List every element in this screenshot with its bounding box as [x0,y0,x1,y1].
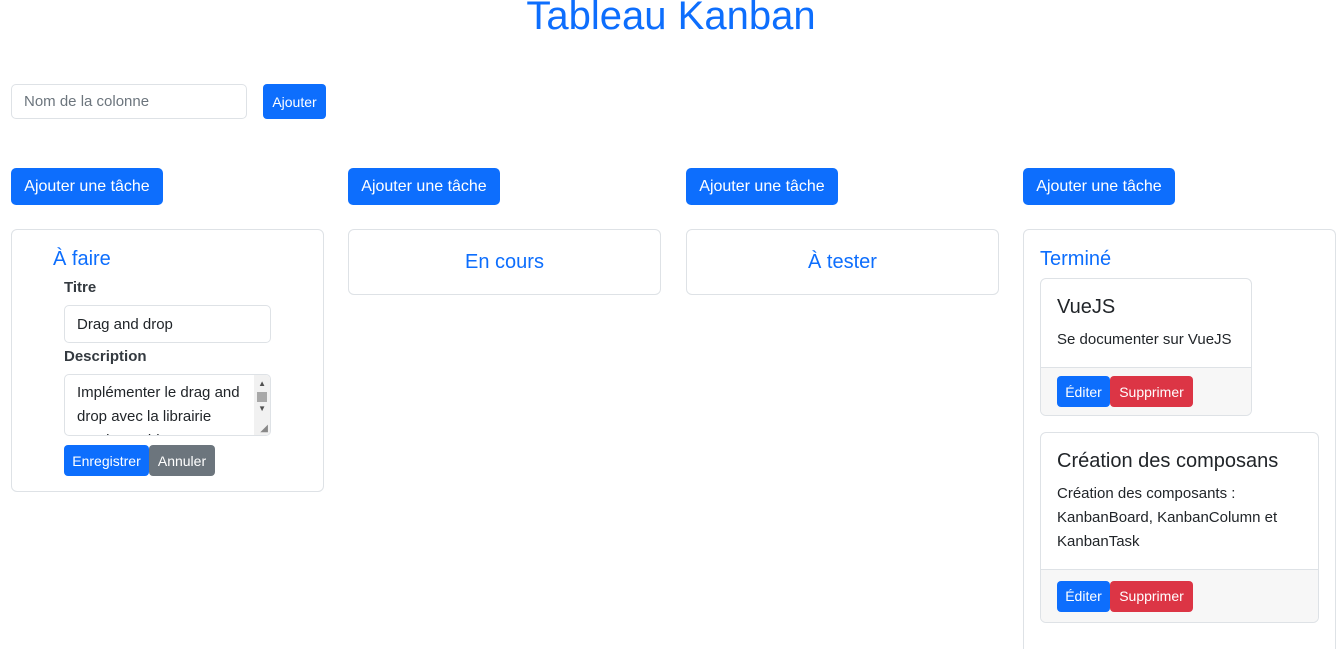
kanban-column-todo: À faire Titre Description Implémenter le… [11,229,324,492]
add-task-button-in-progress[interactable]: Ajouter une tâche [348,168,500,205]
column-title: À faire [53,248,111,270]
column-title: Terminé [1040,248,1112,270]
column-title: À tester [808,250,877,273]
page-title: Tableau Kanban [526,0,816,38]
cancel-button[interactable]: Annuler [149,445,215,476]
scroll-up-arrow-icon[interactable]: ▲ [258,379,266,388]
add-column-button[interactable]: Ajouter [263,84,326,119]
edit-button[interactable]: Éditer [1057,580,1110,612]
kanban-column-done: Terminé VueJS Se documenter sur VueJS Éd… [1023,229,1336,649]
kanban-column-in-progress: En cours [348,229,661,295]
task-title: VueJS [1057,296,1116,318]
task-card: VueJS Se documenter sur VueJS Éditer Sup… [1040,278,1252,416]
form-actions: Enregistrer Annuler [64,445,215,476]
edit-button[interactable]: Éditer [1057,376,1110,407]
task-title-input[interactable] [64,305,271,343]
task-description: Création des composants : KanbanBoard, K… [1057,485,1278,550]
column-title: En cours [465,250,544,273]
task-card: Création des composans Création des comp… [1040,432,1319,623]
add-task-button-to-test[interactable]: Ajouter une tâche [686,168,838,205]
kanban-column-to-test: À tester [686,229,999,295]
task-footer: Éditer Supprimer [1041,367,1251,415]
delete-button[interactable]: Supprimer [1110,580,1193,612]
resize-grip-icon[interactable]: ◢ [260,423,268,434]
task-description: Se documenter sur VueJS [1057,331,1232,348]
task-title: Création des composans [1057,450,1279,472]
add-column-form: Ajouter [11,84,326,119]
add-task-button-done[interactable]: Ajouter une tâche [1023,168,1175,205]
task-description-textarea[interactable]: Implémenter le drag and drop avec la lib… [64,374,271,436]
task-description-label: Description [64,348,147,365]
delete-button[interactable]: Supprimer [1110,376,1193,407]
task-footer: Éditer Supprimer [1041,569,1318,622]
save-button[interactable]: Enregistrer [64,445,149,476]
scroll-thumb[interactable] [257,392,267,402]
task-description-text: Implémenter le drag and drop avec la lib… [77,384,240,435]
add-task-button-todo[interactable]: Ajouter une tâche [11,168,163,205]
task-title-label: Titre [64,279,97,296]
scroll-down-arrow-icon[interactable]: ▼ [258,404,266,413]
column-name-input[interactable] [11,84,247,119]
